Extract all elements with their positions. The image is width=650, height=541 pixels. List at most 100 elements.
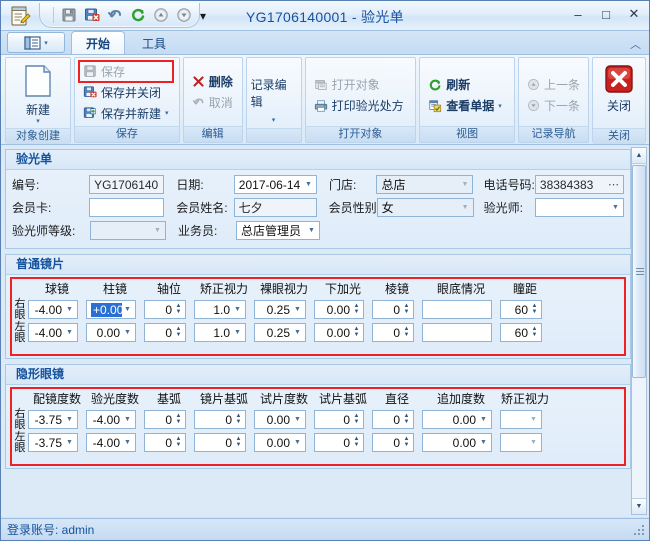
- salesperson-field[interactable]: 总店管理员 ▼: [236, 221, 320, 240]
- chevron-down-icon[interactable]: ▼: [64, 416, 75, 423]
- cell-input[interactable]: 0.00 ▲ ▼: [314, 323, 364, 342]
- spinner-buttons[interactable]: ▲ ▼: [402, 436, 411, 448]
- chevron-down-icon[interactable]: ▼: [232, 329, 243, 336]
- cell-input[interactable]: -3.75 ▼: [28, 433, 78, 452]
- chevron-down-icon[interactable]: ▼: [292, 416, 303, 423]
- chevron-down-icon[interactable]: ▼: [292, 306, 303, 313]
- chevron-down-icon[interactable]: ▼: [292, 439, 303, 446]
- cell-input[interactable]: 0 ▲ ▼: [314, 433, 364, 452]
- scrollbar-thumb[interactable]: [632, 165, 646, 378]
- spinner-buttons[interactable]: ▲ ▼: [352, 413, 361, 425]
- cell-input[interactable]: 0.00 ▼: [422, 433, 492, 452]
- chevron-down-icon[interactable]: ▼: [306, 227, 317, 234]
- more-options-icon[interactable]: ⋯: [608, 178, 621, 191]
- cell-input[interactable]: -4.00 ▼: [28, 323, 78, 342]
- cell-input[interactable]: 60 ▲ ▼: [500, 323, 542, 342]
- cell-input[interactable]: 0 ▲ ▼: [144, 410, 186, 429]
- vertical-scrollbar[interactable]: ▲ ▼: [631, 147, 647, 515]
- spinner-buttons[interactable]: ▲ ▼: [530, 303, 539, 315]
- open-object-button[interactable]: 打开对象: [310, 74, 408, 95]
- chevron-down-icon[interactable]: ▼: [64, 306, 75, 313]
- cell-input[interactable]: ▼: [500, 410, 542, 429]
- chevron-down-icon[interactable]: ▼: [64, 329, 75, 336]
- cell-input[interactable]: +0.00 ▼: [86, 300, 136, 319]
- spinner-buttons[interactable]: ▲ ▼: [174, 326, 183, 338]
- cancel-button[interactable]: 取消: [188, 92, 237, 113]
- delete-button[interactable]: 删除: [188, 71, 237, 92]
- spinner-buttons[interactable]: ▲ ▼: [174, 436, 183, 448]
- cell-input[interactable]: ▼: [500, 433, 542, 452]
- spinner-buttons[interactable]: ▲ ▼: [234, 436, 243, 448]
- chevron-down-icon[interactable]: ▼: [303, 181, 314, 188]
- cell-input[interactable]: -3.75 ▼: [28, 410, 78, 429]
- view-document-split-arrow-icon[interactable]: ▾: [498, 102, 502, 110]
- chevron-down-icon[interactable]: ▼: [292, 329, 303, 336]
- record-edit-arrow-icon[interactable]: ▾: [272, 117, 276, 124]
- ribbon-collapse-icon[interactable]: ︿: [630, 36, 641, 52]
- cell-input[interactable]: -4.00 ▼: [86, 433, 136, 452]
- minimize-button[interactable]: –: [569, 5, 587, 23]
- spinner-buttons[interactable]: ▲ ▼: [174, 303, 183, 315]
- cell-input[interactable]: 0 ▲ ▼: [314, 410, 364, 429]
- spinner-buttons[interactable]: ▲ ▼: [352, 303, 361, 315]
- record-edit-button[interactable]: 记录编辑 ▾: [251, 60, 297, 126]
- chevron-down-icon[interactable]: ▼: [528, 416, 539, 423]
- view-document-button[interactable]: 查看单据 ▾: [424, 95, 506, 116]
- tab-tools[interactable]: 工具: [127, 32, 181, 54]
- optometrist-field[interactable]: ▼: [534, 198, 624, 217]
- member-name-field[interactable]: 七夕: [233, 198, 317, 217]
- cell-input[interactable]: 0 ▲ ▼: [144, 300, 186, 319]
- cell-input[interactable]: 60 ▲ ▼: [500, 300, 542, 319]
- spinner-buttons[interactable]: ▲ ▼: [352, 326, 361, 338]
- prev-record-icon[interactable]: [150, 5, 171, 26]
- cell-input[interactable]: 0.00 ▲ ▼: [314, 300, 364, 319]
- member-gender-field[interactable]: 女 ▼: [376, 198, 474, 217]
- next-record-button[interactable]: 下一条: [523, 95, 584, 116]
- spinner-buttons[interactable]: ▲ ▼: [402, 303, 411, 315]
- cell-input[interactable]: 0.00 ▼: [422, 410, 492, 429]
- save-and-new-button[interactable]: 保存并新建 ▾: [79, 103, 173, 124]
- save-icon[interactable]: [58, 5, 79, 26]
- previous-record-button[interactable]: 上一条: [523, 74, 584, 95]
- cell-input[interactable]: -4.00 ▼: [28, 300, 78, 319]
- scroll-down-button[interactable]: ▼: [632, 498, 646, 514]
- chevron-down-icon[interactable]: ▼: [478, 439, 489, 446]
- cell-input[interactable]: 0 ▲ ▼: [144, 433, 186, 452]
- cell-input[interactable]: 0 ▲ ▼: [372, 410, 414, 429]
- cell-input[interactable]: 0 ▲ ▼: [194, 433, 246, 452]
- refresh-icon[interactable]: [127, 5, 148, 26]
- cell-input[interactable]: 0.25 ▼: [254, 323, 306, 342]
- chevron-down-icon[interactable]: ▼: [122, 416, 133, 423]
- close-form-button[interactable]: 关闭: [597, 60, 641, 126]
- new-button[interactable]: 新建 ▾: [10, 60, 66, 126]
- cell-input[interactable]: -4.00 ▼: [86, 410, 136, 429]
- cell-input[interactable]: 0.00 ▼: [254, 410, 306, 429]
- chevron-down-icon[interactable]: ▼: [232, 306, 243, 313]
- spinner-buttons[interactable]: ▲ ▼: [530, 326, 539, 338]
- cell-input[interactable]: 1.0 ▼: [194, 300, 246, 319]
- scroll-up-button[interactable]: ▲: [632, 148, 646, 164]
- cell-input[interactable]: [422, 323, 492, 342]
- close-button[interactable]: ✕: [625, 5, 643, 23]
- date-field[interactable]: 2017-06-14 ▼: [233, 175, 317, 194]
- chevron-down-icon[interactable]: ▼: [610, 204, 621, 211]
- phone-field[interactable]: 38384383 ⋯: [534, 175, 625, 194]
- spinner-buttons[interactable]: ▲ ▼: [234, 413, 243, 425]
- store-field[interactable]: 总店 ▼: [376, 175, 474, 194]
- cell-input[interactable]: [422, 300, 492, 319]
- chevron-down-icon[interactable]: ▼: [64, 439, 75, 446]
- qat-dropdown-icon[interactable]: ▾: [197, 9, 209, 23]
- cell-input[interactable]: 0.00 ▼: [254, 433, 306, 452]
- chevron-down-icon[interactable]: ▼: [122, 306, 133, 313]
- spinner-buttons[interactable]: ▲ ▼: [352, 436, 361, 448]
- chevron-down-icon[interactable]: ▼: [122, 439, 133, 446]
- cell-input[interactable]: 1.0 ▼: [194, 323, 246, 342]
- chevron-down-icon[interactable]: ▼: [152, 227, 163, 234]
- undo-icon[interactable]: [104, 5, 125, 26]
- refresh-button[interactable]: 刷新: [424, 74, 506, 95]
- cell-input[interactable]: 0.00 ▼: [86, 323, 136, 342]
- next-record-icon[interactable]: [173, 5, 194, 26]
- chevron-down-icon[interactable]: ▼: [122, 329, 133, 336]
- cell-input[interactable]: 0 ▲ ▼: [372, 433, 414, 452]
- chevron-down-icon[interactable]: ▼: [460, 204, 471, 211]
